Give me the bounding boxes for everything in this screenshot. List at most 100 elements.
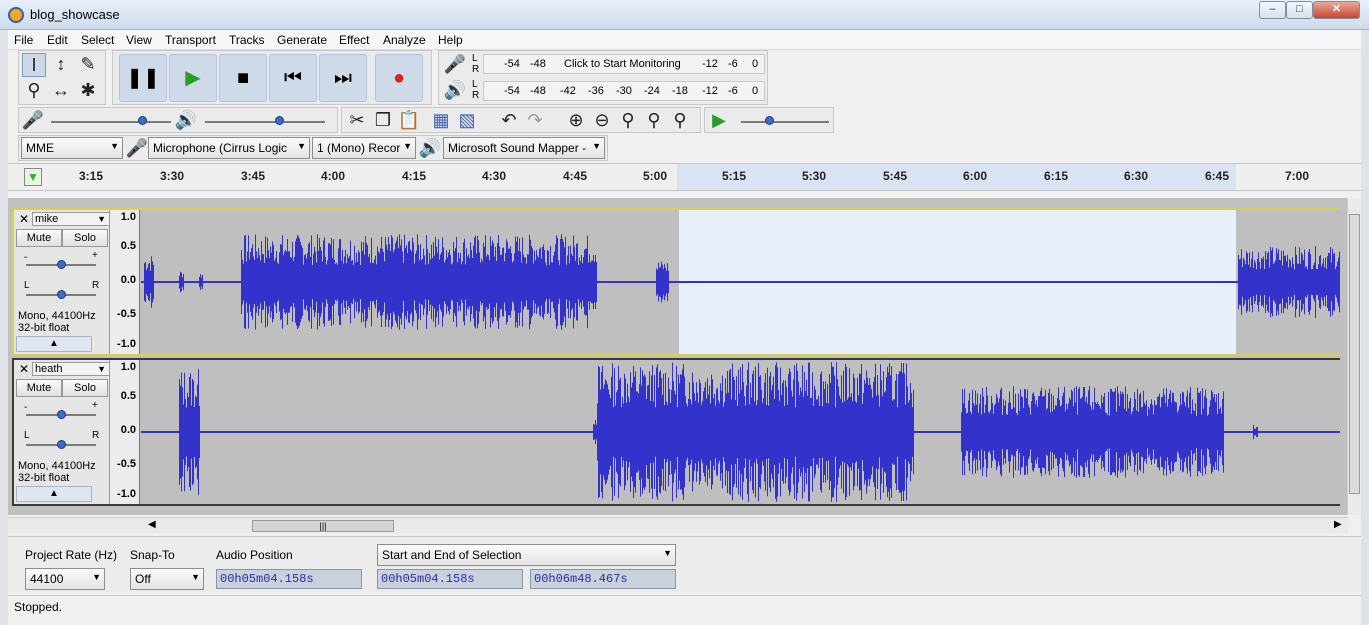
vertical-scroll-thumb[interactable] [1349, 214, 1360, 494]
cut-icon[interactable]: ✂ [345, 109, 369, 133]
timeline-ruler[interactable]: ▼ 3:15 3:30 3:45 4:00 4:15 4:30 4:45 5:0… [8, 163, 1361, 191]
recording-volume-slider[interactable] [51, 121, 171, 123]
project-rate-select[interactable]: 44100 ▼ [25, 568, 105, 590]
waveform-sample [486, 431, 487, 433]
timeshift-tool-icon[interactable]: ↔ [49, 79, 73, 103]
zoom-toggle-icon[interactable]: ⚲ [668, 109, 692, 133]
collapse-track-icon[interactable]: ▲ [16, 486, 92, 502]
mute-button[interactable]: Mute [16, 229, 62, 247]
collapse-track-icon[interactable]: ▲ [16, 336, 92, 352]
record-meter-prompt[interactable]: Click to Start Monitoring [564, 58, 681, 70]
menu-generate[interactable]: Generate [277, 33, 327, 47]
close-track-icon[interactable]: ✕ [16, 362, 32, 376]
waveform-sample [595, 254, 596, 310]
waveform-sample [949, 431, 950, 433]
recording-device-select[interactable]: Microphone (Cirrus Logic ▼ [148, 137, 310, 159]
waveform-sample [937, 431, 938, 433]
snap-to-select[interactable]: Off ▼ [130, 568, 204, 590]
play-at-speed-icon[interactable]: ▶ [707, 109, 731, 133]
waveform-sample [855, 401, 856, 463]
record-meter-mic-icon[interactable]: 🎤 [443, 53, 467, 77]
zoom-in-icon[interactable]: ⊕ [564, 109, 588, 133]
fit-selection-icon[interactable]: ⚲ [616, 109, 640, 133]
scroll-right-arrow-icon[interactable]: ▶ [1334, 519, 1342, 530]
horizontal-scroll-thumb[interactable]: ||| [252, 520, 394, 532]
menu-edit[interactable]: Edit [47, 33, 68, 47]
gain-slider-thumb[interactable] [57, 410, 66, 419]
maximize-button[interactable]: □ [1286, 1, 1313, 19]
menu-help[interactable]: Help [438, 33, 463, 47]
waveform-heath[interactable] [141, 360, 1340, 504]
selection-tool-icon[interactable]: I [22, 53, 46, 77]
playback-device-select[interactable]: Microsoft Sound Mapper - ▼ [443, 137, 605, 159]
menu-file[interactable]: File [14, 33, 33, 47]
undo-icon[interactable]: ↶ [497, 109, 521, 133]
mute-button[interactable]: Mute [16, 379, 62, 397]
zoom-out-icon[interactable]: ⊖ [590, 109, 614, 133]
stop-button[interactable]: ■ [219, 54, 267, 102]
audio-track-heath[interactable]: ✕ heath ▼ Mute Solo - + L R Mono, 44100Hz… [12, 358, 1340, 506]
waveform-sample [1083, 387, 1084, 477]
selection-end-time[interactable]: 00h06m48.467s [530, 569, 676, 589]
vertical-scrollbar[interactable] [1347, 198, 1361, 515]
track-name-menu[interactable]: heath ▼ [32, 362, 110, 376]
waveform-sample [292, 242, 293, 322]
recording-volume-thumb[interactable] [138, 116, 147, 125]
waveform-sample [1284, 431, 1285, 433]
playback-volume-thumb[interactable] [275, 116, 284, 125]
record-meter[interactable]: -54 -48 Click to Start Monitoring -12 -6… [483, 54, 765, 74]
redo-icon[interactable]: ↷ [523, 109, 547, 133]
menu-tracks[interactable]: Tracks [229, 33, 265, 47]
multi-tool-icon[interactable]: ✱ [76, 79, 100, 103]
zoom-tool-icon[interactable]: ⚲ [22, 79, 46, 103]
playback-meter[interactable]: -54 -48 -42 -36 -30 -24 -18 -12 -6 0 [483, 81, 765, 101]
menu-select[interactable]: Select [81, 33, 114, 47]
playback-volume-slider[interactable] [205, 121, 325, 123]
selection-start-time[interactable]: 00h05m04.158s [377, 569, 523, 589]
waveform-sample [724, 281, 725, 283]
track-name-menu[interactable]: mike ▼ [32, 212, 110, 226]
waveform-sample [457, 431, 458, 433]
horizontal-scrollbar[interactable]: ◀ ||| ▶ [8, 517, 1348, 533]
copy-icon[interactable]: ❐ [371, 109, 395, 133]
trim-icon[interactable]: ▦ [429, 109, 453, 133]
play-speed-slider[interactable] [741, 121, 829, 123]
solo-button[interactable]: Solo [62, 229, 108, 247]
close-button[interactable]: ✕ [1313, 1, 1360, 19]
skip-end-button[interactable]: ⏭ [319, 54, 367, 102]
gain-slider-thumb[interactable] [57, 260, 66, 269]
envelope-tool-icon[interactable]: ↕ [49, 53, 73, 77]
playback-meter-speaker-icon[interactable]: 🔊 [443, 79, 467, 103]
fit-project-icon[interactable]: ⚲ [642, 109, 666, 133]
draw-tool-icon[interactable]: ✎ [76, 53, 100, 77]
play-speed-thumb[interactable] [765, 116, 774, 125]
waveform-sample [192, 281, 193, 283]
menu-analyze[interactable]: Analyze [383, 33, 426, 47]
timeline-tick: 6:45 [1205, 169, 1230, 183]
pan-slider-thumb[interactable] [57, 290, 66, 299]
pause-button[interactable]: ❚❚ [119, 54, 167, 102]
paste-icon[interactable]: 📋 [397, 109, 421, 133]
play-button[interactable]: ▶ [169, 54, 217, 102]
waveform-mike[interactable] [141, 210, 1340, 354]
audio-track-mike[interactable]: ✕ mike ▼ Mute Solo - + L R Mono, 44100Hz 3… [12, 208, 1340, 356]
pan-slider-thumb[interactable] [57, 440, 66, 449]
close-track-icon[interactable]: ✕ [16, 212, 32, 226]
menu-view[interactable]: View [126, 33, 152, 47]
waveform-sample [664, 405, 665, 459]
selection-mode-select[interactable]: Start and End of Selection ▼ [377, 544, 676, 566]
audio-host-select[interactable]: MME ▼ [21, 137, 123, 159]
audio-position-time[interactable]: 00h05m04.158s [216, 569, 362, 589]
waveform-sample [686, 403, 687, 461]
silence-icon[interactable]: ▧ [455, 109, 479, 133]
skip-start-button[interactable]: ⏮ [269, 54, 317, 102]
solo-button[interactable]: Solo [62, 379, 108, 397]
minimize-button[interactable]: – [1259, 1, 1286, 19]
scroll-left-arrow-icon[interactable]: ◀ [148, 519, 156, 530]
record-button[interactable]: ● [375, 54, 423, 102]
play-head-triangle-icon[interactable]: ▼ [24, 168, 42, 186]
menu-transport[interactable]: Transport [165, 33, 216, 47]
menu-effect[interactable]: Effect [339, 33, 369, 47]
waveform-sample [1226, 431, 1227, 433]
recording-channels-select[interactable]: 1 (Mono) Recor ▼ [312, 137, 416, 159]
